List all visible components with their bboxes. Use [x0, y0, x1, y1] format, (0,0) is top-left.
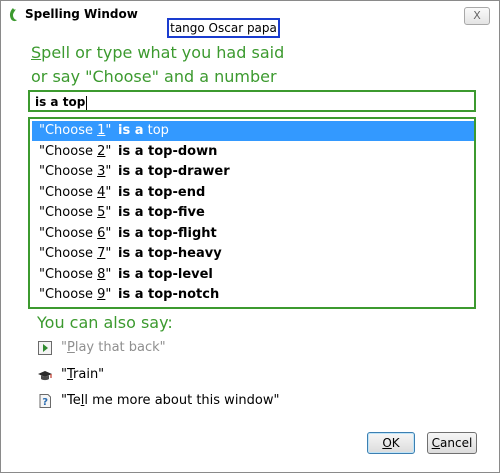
choice-item[interactable]: "Choose 4" is a top-end [32, 183, 474, 203]
ok-label-rest: K [391, 436, 400, 450]
close-button[interactable]: X [464, 7, 490, 25]
tell-label-start: "Te [61, 393, 81, 408]
spelling-window: Spelling Window X tango Oscar papa Spell… [0, 0, 500, 473]
choice-suffix: " [105, 246, 112, 261]
choice-number: "Choose 1" [39, 121, 111, 141]
choice-suffix: " [105, 164, 112, 179]
choice-phrase-bold: is a [118, 225, 144, 241]
choice-phrase-bold: is a [118, 205, 144, 220]
choice-prefix: "Choose [39, 184, 98, 200]
choice-suffix: " [105, 266, 112, 282]
choice-item[interactable]: "Choose 5" is a top-five [32, 203, 474, 223]
choice-phrase-bold: is a [118, 184, 144, 200]
cancel-label-rest: ancel [440, 436, 473, 450]
choice-item[interactable]: "Choose 9" is a top-notch [32, 285, 474, 305]
spelling-input-value: is a top [35, 95, 86, 109]
choice-number: "Choose 6" [39, 224, 111, 244]
also-say-heading: You can also say: [37, 313, 173, 332]
choice-number: "Choose 9" [39, 285, 111, 305]
choice-number: "Choose 3" [39, 162, 111, 182]
choice-phrase-bold: is a [118, 164, 144, 179]
choice-phrase-bold: is a [118, 246, 144, 261]
choice-phrase: is a top-notch [118, 285, 219, 305]
choice-prefix: "Choose [39, 143, 98, 159]
choice-phrase-rest: top-notch [143, 287, 220, 302]
choice-phrase-rest: top-five [143, 205, 205, 220]
choice-suffix: " [105, 225, 112, 241]
choice-phrase: is a top-level [118, 265, 213, 285]
choice-item[interactable]: "Choose 8" is a top-level [32, 265, 474, 285]
choice-suffix: " [105, 287, 112, 302]
choice-phrase-bold: is a [118, 143, 144, 159]
choice-prefix: "Choose [39, 266, 98, 282]
graduation-cap-icon [38, 371, 52, 381]
choice-phrase-rest: top-flight [143, 225, 217, 241]
choice-suffix: " [105, 143, 112, 159]
play-that-back-label: "Play that back" [61, 338, 166, 358]
choice-prefix: "Choose [39, 287, 98, 302]
play-label-rest: lay that back" [74, 340, 166, 355]
choice-item[interactable]: "Choose 2" is a top-down [32, 142, 474, 162]
tell-label-rest: l me more about this window" [84, 393, 280, 408]
choice-prefix: "Choose [39, 164, 98, 179]
choice-prefix: "Choose [39, 225, 98, 241]
choice-prefix: "Choose [39, 123, 98, 138]
choice-item[interactable]: "Choose 1" is a top [32, 121, 474, 141]
recognized-phrase-box: tango Oscar papa [167, 18, 280, 38]
choice-suffix: " [105, 184, 112, 200]
choice-number: "Choose 4" [39, 183, 111, 203]
train-label-rest: rain" [73, 367, 105, 382]
choice-item[interactable]: "Choose 3" is a top-drawer [32, 162, 474, 182]
spelling-input[interactable]: is a top [28, 90, 476, 112]
choice-phrase-rest: top-heavy [143, 246, 222, 261]
instruction-text: Spell or type what you had said or say "… [31, 41, 471, 89]
ok-button[interactable]: OK [367, 432, 415, 454]
choice-phrase-bold: is a [118, 266, 144, 282]
choice-phrase: is a top-drawer [118, 162, 230, 182]
choice-phrase: is a top-five [118, 203, 205, 223]
choice-phrase-rest: top-level [143, 266, 213, 282]
choice-phrase: is a top [118, 121, 169, 141]
choice-phrase-rest: top [143, 123, 169, 138]
choice-phrase-rest: top-down [143, 143, 218, 159]
train-label: "Train" [61, 365, 104, 385]
svg-text:?: ? [42, 397, 48, 408]
choice-suffix: " [105, 123, 112, 138]
cancel-mnemonic: C [431, 436, 441, 450]
choice-number: "Choose 7" [39, 244, 111, 264]
choice-list[interactable]: "Choose 1" is a top "Choose 2" is a top-dow… [28, 117, 476, 309]
choice-phrase-rest: top-drawer [143, 164, 230, 179]
choice-suffix: " [105, 205, 112, 220]
choice-number: "Choose 8" [39, 265, 111, 285]
play-icon [38, 341, 52, 355]
choice-phrase-bold: is a [118, 287, 144, 302]
tell-me-more-label: "Tell me more about this window" [61, 391, 279, 411]
dragon-app-icon [9, 8, 17, 22]
instruction-line-1-rest: pell or type what you had said [41, 43, 285, 62]
instruction-line-2: or say "Choose" and a number [31, 67, 277, 86]
choice-number: "Choose 2" [39, 142, 111, 162]
choice-phrase: is a top-heavy [118, 244, 222, 264]
choice-prefix: "Choose [39, 205, 98, 220]
choice-phrase: is a top-end [118, 183, 205, 203]
window-title: Spelling Window [25, 7, 138, 21]
text-caret [86, 95, 88, 110]
play-mnemonic: P [66, 340, 75, 355]
instruction-line-1: Spell or type what you had said [31, 41, 471, 65]
help-icon: ? [39, 394, 51, 408]
choice-number: "Choose 5" [39, 203, 111, 223]
choice-item[interactable]: "Choose 6" is a top-flight [32, 224, 474, 244]
choice-phrase-bold: is a [118, 123, 144, 138]
instruction-mnemonic: S [31, 43, 42, 62]
choice-item[interactable]: "Choose 7" is a top-heavy [32, 244, 474, 264]
choice-phrase: is a top-down [118, 142, 217, 162]
ok-mnemonic: O [382, 436, 392, 450]
choice-phrase: is a top-flight [118, 224, 217, 244]
choice-phrase-rest: top-end [143, 184, 206, 200]
cancel-button[interactable]: Cancel [427, 432, 477, 454]
choice-prefix: "Choose [39, 246, 98, 261]
